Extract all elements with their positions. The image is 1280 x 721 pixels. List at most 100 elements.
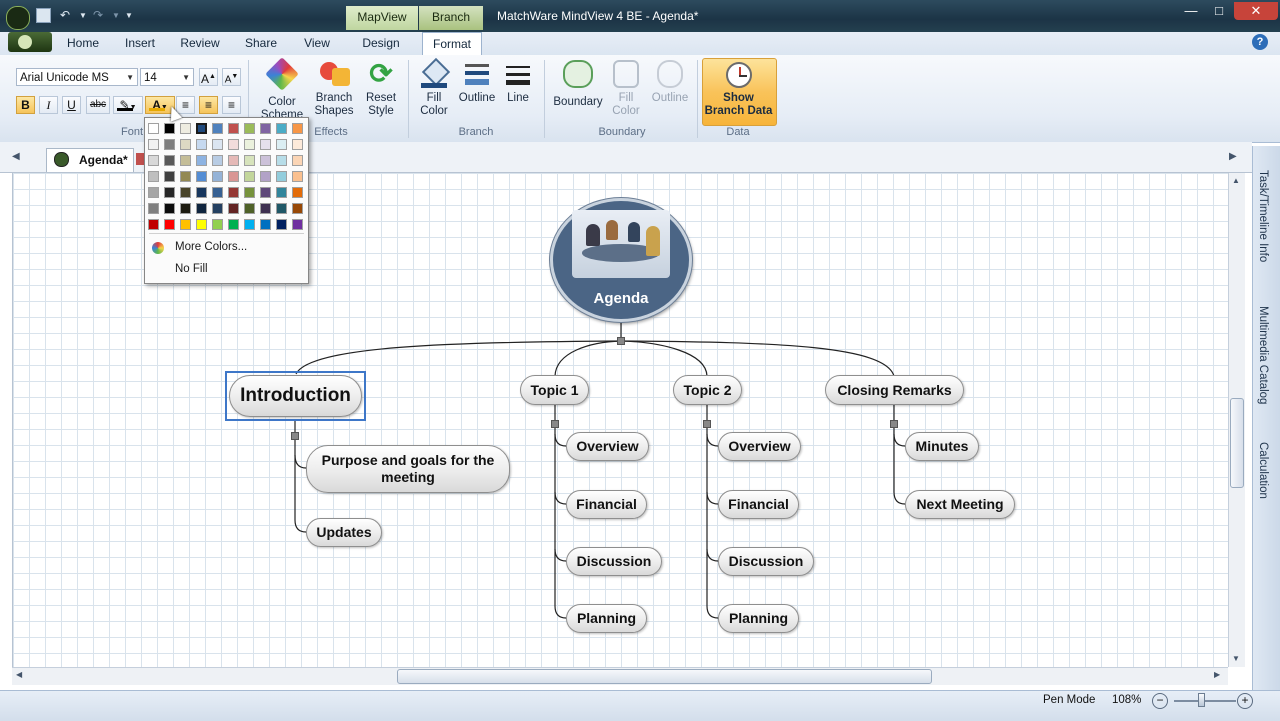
color-swatch[interactable] <box>148 203 159 214</box>
color-swatch[interactable] <box>292 187 303 198</box>
subnode-topic1-discussion[interactable]: Discussion <box>566 547 662 576</box>
side-tab-multimedia-catalog[interactable]: Multimedia Catalog <box>1257 306 1269 404</box>
subnode-topic2-financial[interactable]: Financial <box>718 490 799 519</box>
color-swatch[interactable] <box>180 139 191 150</box>
color-swatch[interactable] <box>164 155 175 166</box>
color-swatch[interactable] <box>212 203 223 214</box>
color-swatch[interactable] <box>180 187 191 198</box>
help-icon[interactable]: ? <box>1252 34 1268 50</box>
color-swatch[interactable] <box>212 155 223 166</box>
color-swatch[interactable] <box>292 219 303 230</box>
color-swatch[interactable] <box>292 203 303 214</box>
color-swatch[interactable] <box>260 155 271 166</box>
collapse-handle-topic-1[interactable] <box>551 420 559 428</box>
color-swatch[interactable] <box>212 187 223 198</box>
color-swatch[interactable] <box>148 187 159 198</box>
zoom-in-icon[interactable]: + <box>1237 693 1253 709</box>
color-swatch[interactable] <box>244 155 255 166</box>
color-swatch[interactable] <box>164 123 175 134</box>
color-swatch[interactable] <box>212 139 223 150</box>
subnode-purpose[interactable]: Purpose and goals for the meeting <box>306 445 510 493</box>
color-swatch[interactable] <box>292 123 303 134</box>
color-swatch[interactable] <box>180 155 191 166</box>
subnode-topic1-planning[interactable]: Planning <box>566 604 647 633</box>
color-swatch[interactable] <box>260 187 271 198</box>
color-swatch[interactable] <box>228 187 239 198</box>
color-swatch[interactable] <box>148 171 159 182</box>
color-swatch[interactable] <box>228 171 239 182</box>
color-swatch[interactable] <box>180 203 191 214</box>
collapse-handle-closing-remarks[interactable] <box>890 420 898 428</box>
branch-node-introduction[interactable]: Introduction <box>229 375 362 417</box>
zoom-slider-track[interactable] <box>1174 700 1236 702</box>
color-swatch[interactable] <box>276 171 287 182</box>
color-swatch[interactable] <box>212 171 223 182</box>
color-swatch[interactable] <box>196 187 207 198</box>
color-swatch[interactable] <box>244 171 255 182</box>
color-swatch[interactable] <box>276 123 287 134</box>
color-swatch[interactable] <box>180 123 191 134</box>
scroll-up-icon[interactable]: ▲ <box>1232 176 1240 185</box>
subnode-minutes[interactable]: Minutes <box>905 432 979 461</box>
color-swatch[interactable] <box>212 123 223 134</box>
branch-node-topic-1[interactable]: Topic 1 <box>520 375 589 405</box>
color-swatch[interactable] <box>148 155 159 166</box>
branch-node-closing-remarks[interactable]: Closing Remarks <box>825 375 964 405</box>
color-swatch[interactable] <box>196 139 207 150</box>
color-swatch[interactable] <box>196 219 207 230</box>
no-fill-item[interactable]: No Fill <box>175 263 208 275</box>
color-swatch[interactable] <box>228 155 239 166</box>
color-swatch[interactable] <box>292 155 303 166</box>
collapse-handle-introduction[interactable] <box>291 432 299 440</box>
zoom-out-icon[interactable]: − <box>1152 693 1168 709</box>
color-swatch[interactable] <box>244 219 255 230</box>
color-swatch[interactable] <box>148 219 159 230</box>
color-swatch[interactable] <box>148 139 159 150</box>
color-swatch[interactable] <box>276 155 287 166</box>
subnode-topic2-discussion[interactable]: Discussion <box>718 547 814 576</box>
subnode-updates[interactable]: Updates <box>306 518 382 547</box>
collapse-handle-root[interactable] <box>617 337 625 345</box>
color-swatch[interactable] <box>292 139 303 150</box>
color-swatch[interactable] <box>212 219 223 230</box>
side-tab-calculation[interactable]: Calculation <box>1257 442 1269 499</box>
subnode-topic1-financial[interactable]: Financial <box>566 490 647 519</box>
color-swatch[interactable] <box>180 219 191 230</box>
horizontal-scroll-thumb[interactable] <box>397 669 932 684</box>
color-swatch[interactable] <box>164 139 175 150</box>
color-swatch[interactable] <box>228 219 239 230</box>
color-swatch[interactable] <box>260 203 271 214</box>
color-swatch[interactable] <box>260 139 271 150</box>
color-swatch[interactable] <box>228 123 239 134</box>
color-swatch[interactable] <box>260 171 271 182</box>
color-swatch[interactable] <box>196 203 207 214</box>
color-swatch[interactable] <box>276 219 287 230</box>
color-swatch[interactable] <box>164 187 175 198</box>
color-swatch[interactable] <box>164 203 175 214</box>
color-swatch[interactable] <box>164 171 175 182</box>
scroll-down-icon[interactable]: ▼ <box>1232 654 1240 663</box>
scroll-left-icon[interactable]: ◀ <box>16 670 22 679</box>
vertical-scroll-thumb[interactable] <box>1230 398 1244 488</box>
subnode-topic2-planning[interactable]: Planning <box>718 604 799 633</box>
collapse-handle-topic-2[interactable] <box>703 420 711 428</box>
zoom-slider-thumb[interactable] <box>1198 693 1205 707</box>
side-tab-task-timeline[interactable]: Task/Timeline Info <box>1257 170 1269 262</box>
color-swatch[interactable] <box>196 171 207 182</box>
color-swatch[interactable] <box>180 171 191 182</box>
color-swatch[interactable] <box>244 123 255 134</box>
color-swatch[interactable] <box>228 203 239 214</box>
more-colors-item[interactable]: More Colors... <box>175 241 247 253</box>
subnode-topic2-overview[interactable]: Overview <box>718 432 801 461</box>
pen-mode-button[interactable]: Pen Mode <box>1043 694 1095 706</box>
color-swatch[interactable] <box>244 187 255 198</box>
color-swatch[interactable] <box>276 139 287 150</box>
branch-node-topic-2[interactable]: Topic 2 <box>673 375 742 405</box>
close-button[interactable]: ✕ <box>1234 2 1278 20</box>
color-swatch[interactable] <box>276 187 287 198</box>
subnode-topic1-overview[interactable]: Overview <box>566 432 649 461</box>
color-swatch[interactable] <box>260 219 271 230</box>
color-swatch[interactable] <box>196 155 207 166</box>
scroll-right-icon[interactable]: ▶ <box>1214 670 1220 679</box>
color-swatch[interactable] <box>244 203 255 214</box>
